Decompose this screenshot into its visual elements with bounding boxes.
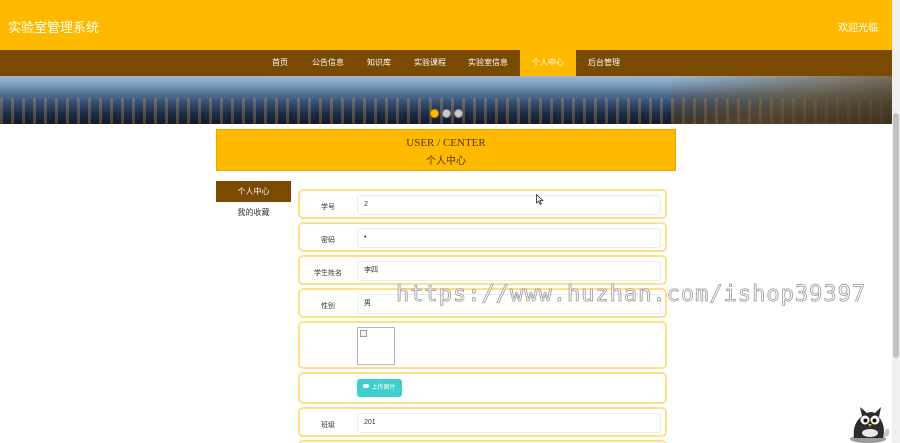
nav-item-lab-courses[interactable]: 实验课程: [408, 50, 452, 76]
arrow-cursor-icon: [536, 194, 544, 205]
student-name-input[interactable]: 李四: [357, 261, 661, 281]
upload-image-button[interactable]: 上传图片: [357, 379, 402, 397]
site-title[interactable]: 实验室管理系统: [8, 17, 99, 36]
scrollbar-thumb[interactable]: [893, 113, 899, 358]
user-sidebar: 个人中心 我的收藏: [216, 181, 291, 223]
section-heading: USER / CENTER 个人中心: [216, 129, 676, 171]
student-no-input[interactable]: 2: [357, 195, 661, 215]
class-label: 班级: [321, 422, 335, 429]
cloud-upload-icon: [363, 384, 370, 389]
banner-hillside: [672, 76, 892, 124]
form-row-upload: 上传图片: [298, 372, 667, 404]
student-name-label: 学生姓名: [314, 270, 342, 277]
password-label: 密码: [321, 237, 335, 244]
carousel-dot-1[interactable]: [430, 109, 439, 118]
nav-item-announcements[interactable]: 公告信息: [306, 50, 350, 76]
carousel-dot-3[interactable]: [454, 109, 463, 118]
avatar-image: [357, 327, 395, 365]
form-row-student-no: 学号 2: [298, 189, 667, 219]
nav-item-home[interactable]: 首页: [264, 50, 296, 76]
section-heading-zh: 个人中心: [426, 156, 466, 167]
sidebar-item-user-center[interactable]: 个人中心: [216, 181, 291, 202]
cartoon-owl-icon: [850, 407, 890, 443]
carousel-dot-2[interactable]: [442, 109, 451, 118]
nav-item-admin[interactable]: 后台管理: [582, 50, 626, 76]
top-header: 实验室管理系统 欢迎光临: [0, 0, 892, 50]
form-row-class: 班级 201: [298, 407, 667, 437]
nav-item-user-center[interactable]: 个人中心: [520, 50, 576, 76]
gender-label: 性别: [321, 303, 335, 310]
nav-item-knowledge-base[interactable]: 知识库: [360, 50, 398, 76]
upload-button-label: 上传图片: [371, 385, 396, 391]
section-heading-en: USER / CENTER: [406, 137, 486, 149]
class-input[interactable]: 201: [357, 413, 661, 433]
welcome-text: 欢迎光临: [838, 23, 878, 34]
broken-image-icon: [360, 330, 367, 337]
form-row-password: 密码 •: [298, 222, 667, 252]
sidebar-item-favorites[interactable]: 我的收藏: [216, 202, 291, 223]
carousel-dots: [430, 109, 463, 118]
student-no-label: 学号: [321, 204, 335, 211]
password-input[interactable]: •: [357, 228, 661, 248]
form-row-student-name: 学生姓名 李四: [298, 255, 667, 285]
main-nav: 首页 公告信息 知识库 实验课程 实验室信息 个人中心 后台管理: [0, 50, 892, 76]
form-row-avatar: [298, 321, 667, 369]
nav-item-lab-info[interactable]: 实验室信息: [462, 50, 514, 76]
watermark-text: https://www.huzhan.com/ishop39397: [396, 282, 867, 308]
